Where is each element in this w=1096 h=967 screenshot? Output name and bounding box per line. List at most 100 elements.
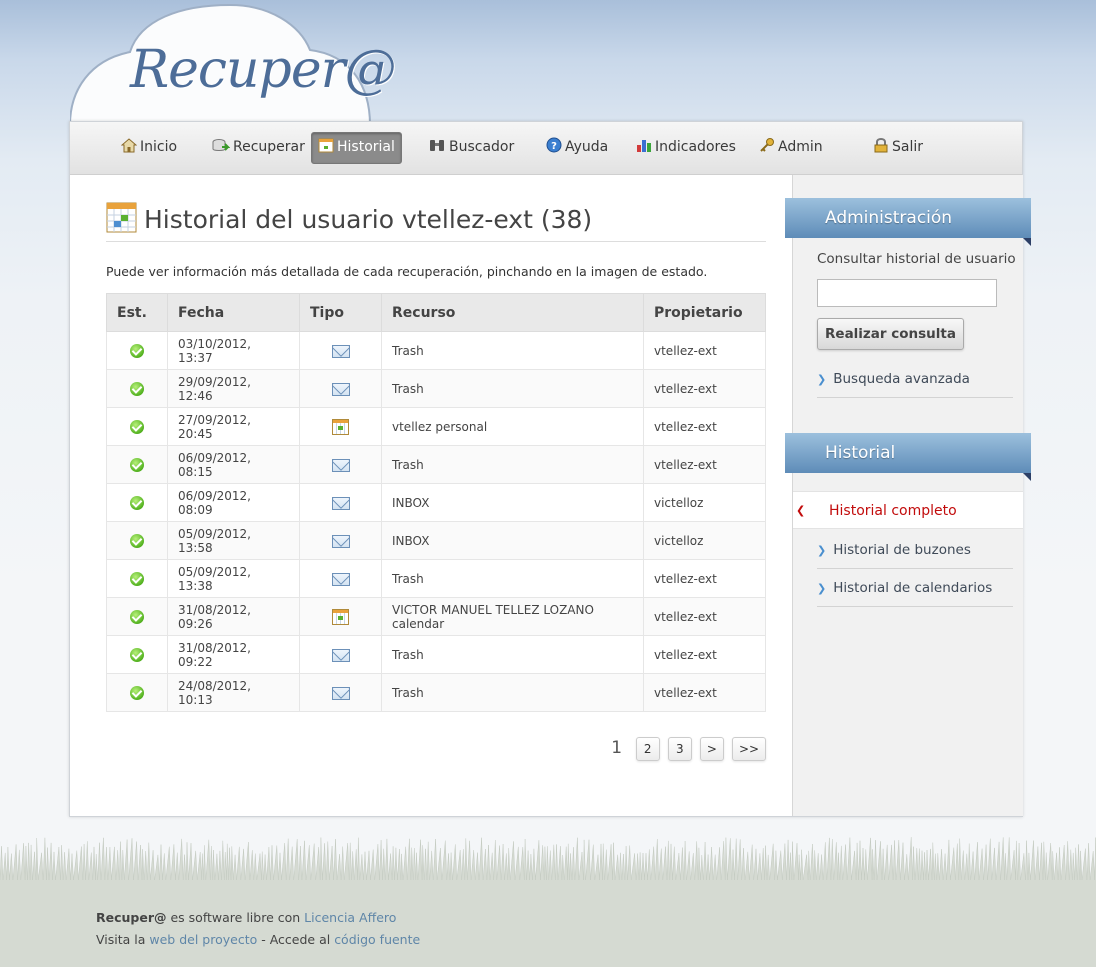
col-tipo[interactable]: Tipo (299, 293, 382, 332)
nav-ayuda[interactable]: ? Ayuda (540, 132, 614, 162)
propietario-cell: victelloz (643, 521, 766, 560)
project-web-link[interactable]: web del proyecto (149, 932, 257, 947)
lock-icon (873, 134, 889, 164)
status-ok-icon[interactable] (130, 495, 144, 510)
footer-text: Visita la (96, 932, 150, 947)
col-recurso[interactable]: Recurso (381, 293, 644, 332)
link-label: Historial completo (829, 503, 957, 519)
fecha-cell: 31/08/2012, 09:26 (167, 597, 300, 636)
home-icon (120, 134, 138, 164)
admin-ribbon: Administración (785, 198, 1031, 246)
licencia-link[interactable]: Licencia Affero (304, 910, 396, 925)
sidebar-item-historial-completo[interactable]: ❮ Historial completo (793, 491, 1023, 529)
status-cell[interactable] (106, 369, 168, 408)
table-row: 27/09/2012, 20:45 vtellez personal vtellez… (106, 407, 766, 446)
sidebar-item-historial-buzones[interactable]: ❯ Historial de buzones (817, 532, 1013, 569)
col-propietario[interactable]: Propietario (643, 293, 766, 332)
chevron-left-icon: ❮ (796, 504, 806, 517)
sidebar-item-historial-calendarios[interactable]: ❯ Historial de calendarios (817, 570, 1013, 607)
propietario-cell: vtellez-ext (643, 407, 766, 446)
link-label: Busqueda avanzada (833, 371, 970, 387)
realizar-consulta-button[interactable]: Realizar consulta (817, 318, 964, 350)
table-row: 31/08/2012, 09:26 VICTOR MANUEL TELLEZ LO… (106, 597, 766, 636)
nav-indicadores[interactable]: Indicadores (630, 132, 742, 162)
status-cell[interactable] (106, 445, 168, 484)
recurso-cell: INBOX (381, 483, 644, 522)
recurso-cell: Trash (381, 331, 644, 370)
chart-icon (636, 134, 652, 164)
status-cell[interactable] (106, 635, 168, 674)
fecha-cell: 31/08/2012, 09:22 (167, 635, 300, 674)
propietario-cell: vtellez-ext (643, 331, 766, 370)
status-ok-icon[interactable] (130, 571, 144, 586)
nav-recuperar[interactable]: Recuperar (206, 132, 311, 162)
col-estado[interactable]: Est. (106, 293, 168, 332)
mail-icon (331, 534, 350, 548)
nav-label: Inicio (140, 139, 178, 155)
intro-text: Puede ver información más detallada de c… (106, 264, 708, 279)
app-logo[interactable]: Recuper@ (130, 40, 396, 100)
tipo-cell (299, 673, 382, 712)
page-title: Historial del usuario vtellez-ext (38) (144, 205, 593, 234)
historial-title-icon (106, 202, 137, 233)
propietario-cell: victelloz (643, 483, 766, 522)
recurso-cell: Trash (381, 445, 644, 484)
historial-ribbon: Historial (785, 433, 1031, 481)
footer-text: es software libre con (166, 910, 305, 925)
status-cell[interactable] (106, 331, 168, 370)
recurso-cell: vtellez personal (381, 407, 644, 446)
status-cell[interactable] (106, 407, 168, 446)
page-last[interactable]: >> (732, 737, 766, 761)
nav-admin[interactable]: Admin (753, 132, 829, 162)
history-table-body: 03/10/2012, 13:37 Trash vtellez-ext 29/09/2… (106, 331, 766, 712)
page-current: 1 (611, 738, 623, 758)
status-cell[interactable] (106, 559, 168, 598)
page-link-2[interactable]: 2 (635, 737, 660, 761)
status-cell[interactable] (106, 597, 168, 636)
table-row: 06/09/2012, 08:15 Trash vtellez-ext (106, 445, 766, 484)
fecha-cell: 05/09/2012, 13:38 (167, 559, 300, 598)
status-ok-icon[interactable] (130, 457, 144, 472)
mail-icon (331, 496, 350, 510)
source-code-link[interactable]: código fuente (334, 932, 420, 947)
nav-label: Ayuda (565, 139, 609, 155)
nav-buscador[interactable]: Buscador (422, 132, 520, 162)
table-header-row: Est. Fecha Tipo Recurso Propietario (106, 293, 766, 332)
key-icon (759, 134, 775, 164)
tipo-cell (299, 445, 382, 484)
propietario-cell: vtellez-ext (643, 559, 766, 598)
nav-salir[interactable]: Salir (867, 132, 929, 162)
status-ok-icon[interactable] (130, 609, 144, 624)
nav-historial[interactable]: Historial (311, 132, 402, 164)
status-cell[interactable] (106, 521, 168, 560)
table-row: 05/09/2012, 13:38 Trash vtellez-ext (106, 559, 766, 598)
status-ok-icon[interactable] (130, 343, 144, 358)
advanced-search-link[interactable]: ❯ Busqueda avanzada (817, 361, 1013, 398)
tipo-cell (299, 331, 382, 370)
main-content: Historial del usuario vtellez-ext (38) P… (70, 175, 792, 816)
footer-line-1: Recuper@ es software libre con Licencia … (96, 910, 396, 925)
table-row: 31/08/2012, 09:22 Trash vtellez-ext (106, 635, 766, 674)
fecha-cell: 27/09/2012, 20:45 (167, 407, 300, 446)
col-fecha[interactable]: Fecha (167, 293, 300, 332)
status-cell[interactable] (106, 673, 168, 712)
nav-inicio[interactable]: Inicio (115, 132, 183, 162)
page-link-3[interactable]: 3 (667, 737, 692, 761)
binoculars-icon (428, 134, 446, 164)
calendar-icon (332, 418, 349, 435)
tipo-cell (299, 559, 382, 598)
mail-icon (331, 686, 350, 700)
status-ok-icon[interactable] (130, 533, 144, 548)
fecha-cell: 29/09/2012, 12:46 (167, 369, 300, 408)
page-next[interactable]: > (699, 737, 724, 761)
status-ok-icon[interactable] (130, 647, 144, 662)
status-cell[interactable] (106, 483, 168, 522)
recurso-cell: Trash (381, 369, 644, 408)
status-ok-icon[interactable] (130, 685, 144, 700)
user-search-input[interactable] (817, 279, 997, 307)
restore-icon (212, 134, 231, 164)
title-divider (106, 241, 766, 242)
status-ok-icon[interactable] (130, 381, 144, 396)
status-ok-icon[interactable] (130, 419, 144, 434)
calendar-icon (332, 608, 349, 625)
